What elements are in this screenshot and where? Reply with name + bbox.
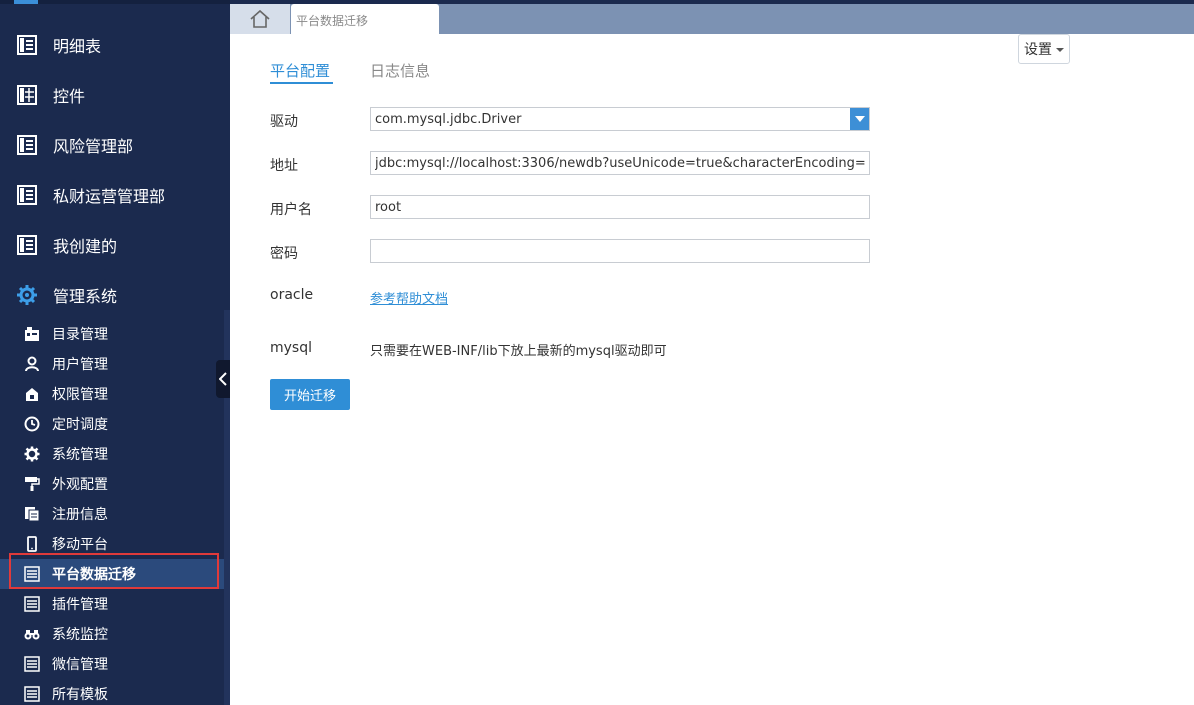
gear-icon [24,446,40,462]
sidebar-subitem-plugins[interactable]: 插件管理 [0,589,230,619]
sidebar-item-private-wealth[interactable]: 私财运营管理部 [0,170,230,220]
mysql-note: 只需要在WEB-INF/lib下放上最新的mysql驱动即可 [370,344,667,359]
wechat-icon [24,656,40,672]
gear-icon [17,285,37,305]
tab-data-migration[interactable]: 平台数据迁移 [291,4,439,34]
sidebar-item-label: 我创建的 [53,237,118,256]
sidebar-subitem-scheduling[interactable]: 定时调度 [0,409,230,439]
sidebar-subitem-label: 系统监控 [52,627,108,643]
sidebar-subitem-system[interactable]: 系统管理 [0,439,230,469]
sidebar-subitem-label: 目录管理 [52,327,108,343]
username-label: 用户名 [270,202,312,218]
sidebar-subitem-label: 微信管理 [52,657,108,673]
sidebar-subitem-label: 系统管理 [52,447,108,463]
address-label: 地址 [270,158,298,174]
home-icon [250,9,270,28]
driver-label: 驱动 [270,114,298,130]
sidebar-subitem-label: 外观配置 [52,477,108,493]
tab-log-info[interactable]: 日志信息 [370,60,430,81]
settings-label: 设置 [1024,42,1052,58]
sidebar-item-label: 风险管理部 [53,137,134,156]
sidebar-subitem-label: 所有模板 [52,687,108,703]
data-migration-icon [24,566,40,582]
sidebar-item-created-by-me[interactable]: 我创建的 [0,220,230,270]
sidebar-subitem-label: 插件管理 [52,597,108,613]
password-label: 密码 [270,246,298,262]
tab-platform-config[interactable]: 平台配置 [270,60,330,81]
lock-icon [26,388,38,401]
help-doc-link[interactable]: 参考帮助文档 [370,288,448,307]
sidebar-subitem-directory[interactable]: 目录管理 [0,319,230,349]
home-tab[interactable] [230,4,290,34]
sidebar-item-management-system[interactable]: 管理系统 [0,270,230,320]
report-list-icon [17,185,37,205]
sidebar-item-label: 管理系统 [53,287,118,306]
sidebar-subitem-users[interactable]: 用户管理 [0,349,230,379]
directory-icon [25,327,39,341]
driver-select[interactable]: com.mysql.jdbc.Driver [370,107,870,131]
sidebar-subitem-label: 权限管理 [52,387,108,403]
oracle-label: oracle [270,287,314,303]
sidebar-item-label: 明细表 [53,37,102,56]
sidebar-item-widgets[interactable]: 控件 [0,70,230,120]
sidebar-item-risk-management[interactable]: 风险管理部 [0,120,230,170]
mobile-icon [27,536,37,552]
sidebar-item-label: 私财运营管理部 [53,187,166,206]
sidebar-subitem-data-migration[interactable]: 平台数据迁移 [0,559,230,589]
sidebar-top-strip [0,0,230,4]
plugin-icon [24,596,40,612]
sidebar-item-label: 控件 [53,87,86,106]
sidebar-item-detail-report[interactable]: 明细表 [0,20,230,70]
sidebar-subitem-mobile[interactable]: 移动平台 [0,529,230,559]
dropdown-arrow-icon[interactable] [850,108,869,130]
report-list-icon [17,35,37,55]
binoculars-icon [24,630,40,640]
tab-label: 平台数据迁移 [296,14,369,28]
sidebar-subitem-monitoring[interactable]: 系统监控 [0,619,230,649]
tab-bar: 平台数据迁移 [230,0,1194,34]
username-input[interactable] [370,195,870,219]
chevron-left-icon [219,372,227,386]
sidebar-subitem-templates[interactable]: 所有模板 [0,679,230,705]
sidebar-subitem-label: 定时调度 [52,417,108,433]
sidebar-subitem-permissions[interactable]: 权限管理 [0,379,230,409]
active-tab-underline [270,82,333,84]
mysql-label: mysql [270,340,312,356]
report-list-icon [17,235,37,255]
template-icon [24,686,40,702]
paint-roller-icon [25,477,40,491]
caret-down-icon [1056,48,1064,52]
grid-widget-icon [17,85,37,105]
sidebar-collapse-button[interactable] [216,360,230,398]
registration-icon [25,507,40,522]
sidebar-subitem-label: 注册信息 [52,507,108,523]
password-input[interactable] [370,239,870,263]
start-migration-button[interactable]: 开始迁移 [270,379,350,410]
sidebar-subitem-label: 移动平台 [52,537,108,553]
clock-icon [24,416,40,432]
settings-dropdown-button[interactable]: 设置 [1018,34,1070,64]
sidebar-subitem-appearance[interactable]: 外观配置 [0,469,230,499]
sidebar-subitem-wechat[interactable]: 微信管理 [0,649,230,679]
sidebar-subitem-label: 平台数据迁移 [52,567,136,583]
report-list-icon [17,135,37,155]
address-input[interactable] [370,151,870,175]
driver-select-value: com.mysql.jdbc.Driver [375,112,522,127]
sidebar-subitem-registration[interactable]: 注册信息 [0,499,230,529]
main-content: 设置 平台配置 日志信息 驱动 com.mysql.jdbc.Driver 地址… [230,34,1194,705]
sidebar-subitem-label: 用户管理 [52,357,108,373]
user-icon [25,356,39,372]
sidebar: 明细表 控件 风险管理部 私财运营管理部 我创建的 管理系统 目录管理 用户管理… [0,0,230,705]
